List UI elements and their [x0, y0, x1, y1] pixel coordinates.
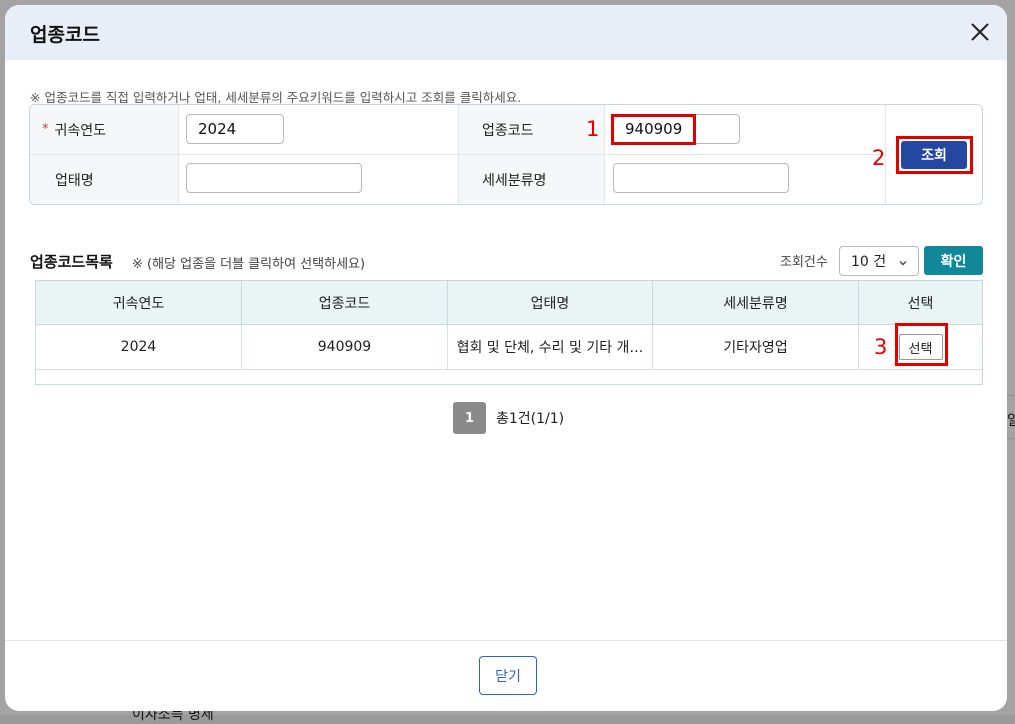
- annotation-number-3: 3: [874, 335, 888, 359]
- column-header-business: 업태명: [448, 281, 653, 324]
- list-hint: ※ (해당 업종을 더블 클릭하여 선택하세요): [132, 257, 366, 272]
- form-divider: [458, 105, 459, 204]
- table-cell-code[interactable]: 940909: [242, 325, 448, 369]
- industry-code-table: 귀속연도 업종코드 업태명 세세분류명 선택 2024 940909 협회 및 …: [35, 280, 983, 385]
- page-button-1[interactable]: 1: [453, 402, 486, 434]
- annotation-number-1: 1: [586, 117, 600, 141]
- table-cell-year[interactable]: 2024: [36, 325, 242, 369]
- modal-header: 업종코드: [5, 5, 1007, 60]
- close-icon[interactable]: [967, 19, 993, 45]
- subclass-label-cell: 세세분류명: [458, 155, 604, 204]
- column-header-subclass: 세세분류명: [653, 281, 859, 324]
- table-cell-subclass[interactable]: 기타자영업: [653, 325, 859, 369]
- count-label: 조회건수: [780, 255, 828, 270]
- column-header-year: 귀속연도: [36, 281, 242, 324]
- row-separator: [36, 369, 982, 370]
- business-label: 업태명: [55, 172, 94, 189]
- year-label: 귀속연도: [54, 122, 107, 139]
- count-select[interactable]: 10 건: [839, 246, 919, 276]
- annotation-box-1: [611, 114, 696, 145]
- code-label: 업종코드: [482, 122, 534, 139]
- search-form: * 귀속연도 업태명 업종코드 세세분류명: [29, 104, 983, 205]
- industry-code-modal: 업종코드 ※ 업종코드를 직접 입력하거나 업태, 세세분류의 주요키워드를 입…: [5, 5, 1007, 711]
- table-cell-business[interactable]: 협회 및 단체, 수리 및 기타 개…: [448, 325, 653, 369]
- subclass-label: 세세분류명: [482, 172, 547, 189]
- pagination-total: 총1건(1/1): [496, 411, 565, 427]
- form-divider: [178, 105, 179, 204]
- chevron-down-icon: [898, 256, 908, 272]
- year-label-cell: * 귀속연도: [30, 105, 178, 154]
- annotation-box-3: [895, 323, 948, 366]
- bg-divider: [1007, 395, 1015, 396]
- form-divider: [604, 105, 605, 204]
- annotation-number-2: 2: [872, 146, 886, 170]
- business-label-cell: 업태명: [30, 155, 178, 204]
- column-header-select: 선택: [859, 281, 982, 324]
- confirm-button[interactable]: 확인: [924, 246, 983, 275]
- modal-title: 업종코드: [30, 24, 100, 46]
- business-input[interactable]: [186, 163, 362, 193]
- subclass-input[interactable]: [613, 163, 789, 193]
- code-label-cell: 업종코드: [458, 105, 604, 154]
- year-input[interactable]: [186, 114, 284, 144]
- column-header-code: 업종코드: [242, 281, 448, 324]
- count-value: 10 건: [851, 254, 887, 270]
- close-button[interactable]: 닫기: [479, 656, 537, 695]
- list-title: 업종코드목록: [30, 253, 113, 271]
- footer-divider: [5, 640, 1007, 641]
- bg-text-right: 일: [1007, 413, 1015, 429]
- required-mark: *: [42, 122, 49, 137]
- bg-divider: [1007, 438, 1015, 439]
- annotation-box-2: [896, 136, 973, 174]
